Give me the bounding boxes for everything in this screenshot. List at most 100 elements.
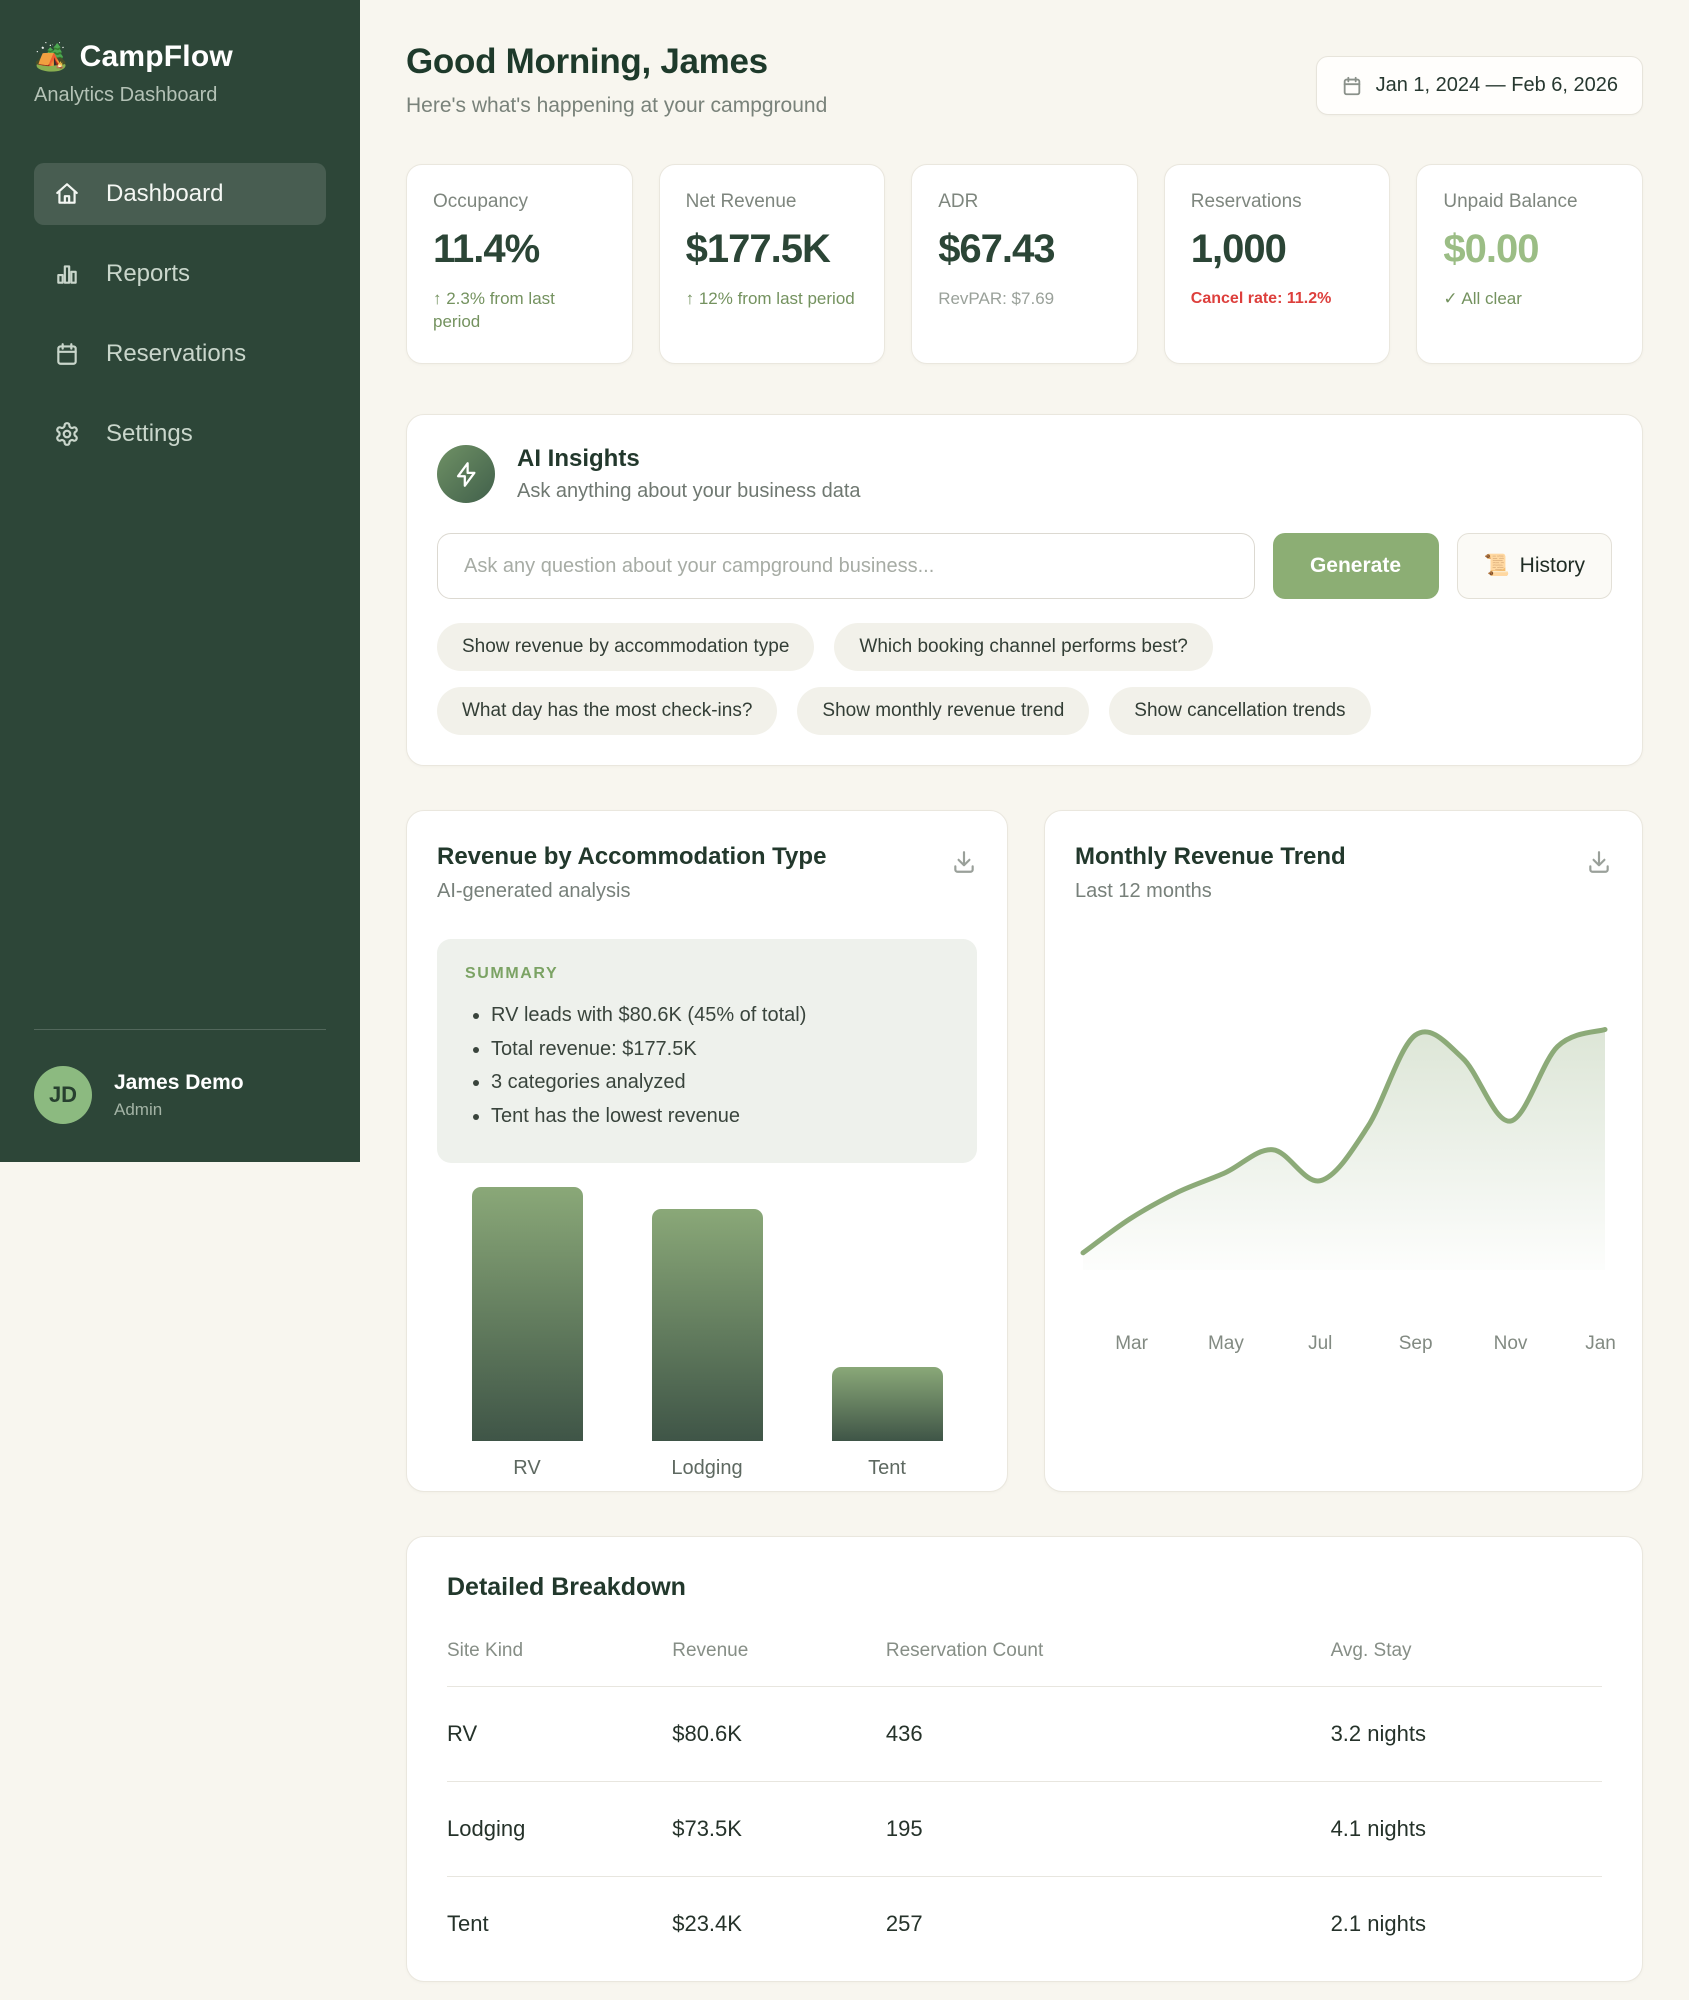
breakdown-title: Detailed Breakdown [447, 1573, 1602, 1602]
table-row: RV $80.6K 436 3.2 nights [447, 1687, 1602, 1782]
gear-icon [54, 421, 80, 447]
kpi-delta: ↑ 2.3% from last period [433, 288, 606, 334]
suggestion-chips-row-2: What day has the most check-ins? Show mo… [437, 687, 1612, 735]
user-profile[interactable]: JD James Demo Admin [34, 1029, 326, 1124]
summary-bullet: 3 categories analyzed [491, 1066, 949, 1100]
kpi-sub-revpar: RevPAR: $7.69 [938, 288, 1111, 311]
x-tick: Mar [1115, 1333, 1148, 1355]
column-header: Avg. Stay [1331, 1640, 1602, 1662]
ai-question-input[interactable] [437, 533, 1255, 599]
generate-button[interactable]: Generate [1273, 533, 1439, 599]
suggestion-chip[interactable]: Which booking channel performs best? [834, 623, 1212, 671]
cell-site-kind: Tent [447, 1911, 672, 1937]
kpi-value: $67.43 [938, 227, 1111, 272]
profile-divider [34, 1029, 326, 1030]
chart-subtitle: AI-generated analysis [437, 880, 977, 903]
kpi-value: $177.5K [686, 227, 859, 272]
trend-svg [1075, 925, 1614, 1325]
suggestion-chip[interactable]: Show cancellation trends [1109, 687, 1370, 735]
sidebar-item-dashboard[interactable]: Dashboard [34, 163, 326, 225]
kpi-card-net-revenue: Net Revenue $177.5K ↑ 12% from last peri… [659, 164, 886, 364]
x-tick: Nov [1494, 1333, 1528, 1355]
bar-chart-icon [54, 261, 80, 287]
suggestion-chips-row-1: Show revenue by accommodation type Which… [437, 623, 1612, 671]
kpi-value: 1,000 [1191, 227, 1364, 272]
bar-category-label: RV [472, 1457, 583, 1480]
table-row: Tent $23.4K 257 2.1 nights [447, 1877, 1602, 1971]
kpi-all-clear: ✓ All clear [1443, 288, 1616, 311]
bar-tent [832, 1367, 943, 1441]
summary-list: RV leads with $80.6K (45% of total) Tota… [465, 999, 949, 1133]
sidebar-item-reservations[interactable]: Reservations [34, 323, 326, 385]
cell-revenue: $73.5K [672, 1816, 886, 1842]
x-tick: Jan [1585, 1333, 1616, 1355]
brand-name: CampFlow [80, 40, 233, 74]
sidebar-item-settings[interactable]: Settings [34, 403, 326, 465]
cell-revenue: $23.4K [672, 1911, 886, 1937]
history-label: History [1520, 554, 1585, 578]
summary-bullet: Total revenue: $177.5K [491, 1033, 949, 1067]
charts-row: Revenue by Accommodation Type AI-generat… [406, 810, 1643, 1492]
user-role: Admin [114, 1100, 244, 1120]
sidebar-item-label: Dashboard [106, 180, 223, 208]
suggestion-chip[interactable]: What day has the most check-ins? [437, 687, 777, 735]
revenue-by-type-card: Revenue by Accommodation Type AI-generat… [406, 810, 1008, 1492]
cell-avg-stay: 2.1 nights [1331, 1911, 1602, 1937]
download-icon[interactable] [951, 849, 977, 880]
kpi-label: Reservations [1191, 191, 1364, 213]
x-tick: May [1208, 1333, 1244, 1355]
kpi-cancel-rate: Cancel rate: 11.2% [1191, 288, 1364, 310]
sidebar-item-label: Reports [106, 260, 190, 288]
campflow-logo-icon: 🏕️ [34, 41, 68, 73]
bar-category-label: Lodging [652, 1457, 763, 1480]
chart-subtitle: Last 12 months [1075, 880, 1612, 903]
sidebar-item-label: Reservations [106, 340, 246, 368]
monthly-trend-card: Monthly Revenue Trend Last 12 months [1044, 810, 1643, 1492]
home-icon [54, 181, 80, 207]
kpi-value: $0.00 [1443, 227, 1616, 272]
chart-title: Monthly Revenue Trend [1075, 843, 1612, 871]
area-chart: Mar May Jul Sep Nov Jan [1075, 925, 1614, 1363]
suggestion-chip[interactable]: Show monthly revenue trend [797, 687, 1089, 735]
bar-rv [472, 1187, 583, 1441]
ai-insights-subtitle: Ask anything about your business data [517, 480, 861, 503]
table-row: Lodging $73.5K 195 4.1 nights [447, 1782, 1602, 1877]
kpi-card-reservations: Reservations 1,000 Cancel rate: 11.2% [1164, 164, 1391, 364]
cell-reservation-count: 436 [886, 1721, 1331, 1747]
main-content: Good Morning, James Here's what's happen… [406, 0, 1643, 1982]
date-range-picker[interactable]: Jan 1, 2024 — Feb 6, 2026 [1316, 56, 1643, 115]
brand: 🏕️ CampFlow [34, 40, 326, 74]
bar-category-label: Tent [832, 1457, 943, 1480]
kpi-delta: ↑ 12% from last period [686, 288, 859, 311]
history-button[interactable]: 📜 History [1457, 533, 1613, 599]
suggestion-chip[interactable]: Show revenue by accommodation type [437, 623, 814, 671]
date-range-label: Jan 1, 2024 — Feb 6, 2026 [1376, 74, 1618, 97]
cell-avg-stay: 3.2 nights [1331, 1721, 1602, 1747]
kpi-card-occupancy: Occupancy 11.4% ↑ 2.3% from last period [406, 164, 633, 364]
column-header: Reservation Count [886, 1640, 1331, 1662]
calendar-icon [1341, 75, 1363, 97]
page-title: Good Morning, James [406, 42, 827, 82]
avatar: JD [34, 1066, 92, 1124]
page-subtitle: Here's what's happening at your campgrou… [406, 94, 827, 118]
kpi-card-adr: ADR $67.43 RevPAR: $7.69 [911, 164, 1138, 364]
bar-labels: RV Lodging Tent [437, 1457, 977, 1480]
table-header-row: Site Kind Revenue Reservation Count Avg.… [447, 1640, 1602, 1687]
chart-title: Revenue by Accommodation Type [437, 843, 977, 871]
sidebar-nav: Dashboard Reports Reservations Settings [34, 163, 326, 465]
sidebar-item-reports[interactable]: Reports [34, 243, 326, 305]
cell-avg-stay: 4.1 nights [1331, 1816, 1602, 1842]
kpi-label: ADR [938, 191, 1111, 213]
cell-site-kind: RV [447, 1721, 672, 1747]
kpi-label: Occupancy [433, 191, 606, 213]
x-tick: Sep [1399, 1333, 1433, 1355]
kpi-value: 11.4% [433, 227, 606, 272]
download-icon[interactable] [1586, 849, 1612, 880]
trend-area-fill [1083, 1030, 1605, 1271]
x-tick: Jul [1308, 1333, 1332, 1355]
sidebar-item-label: Settings [106, 420, 193, 448]
page-header: Good Morning, James Here's what's happen… [406, 42, 1643, 118]
sidebar-subtitle: Analytics Dashboard [34, 84, 326, 107]
ai-bolt-icon [437, 445, 495, 503]
detailed-breakdown-card: Detailed Breakdown Site Kind Revenue Res… [406, 1536, 1643, 1982]
